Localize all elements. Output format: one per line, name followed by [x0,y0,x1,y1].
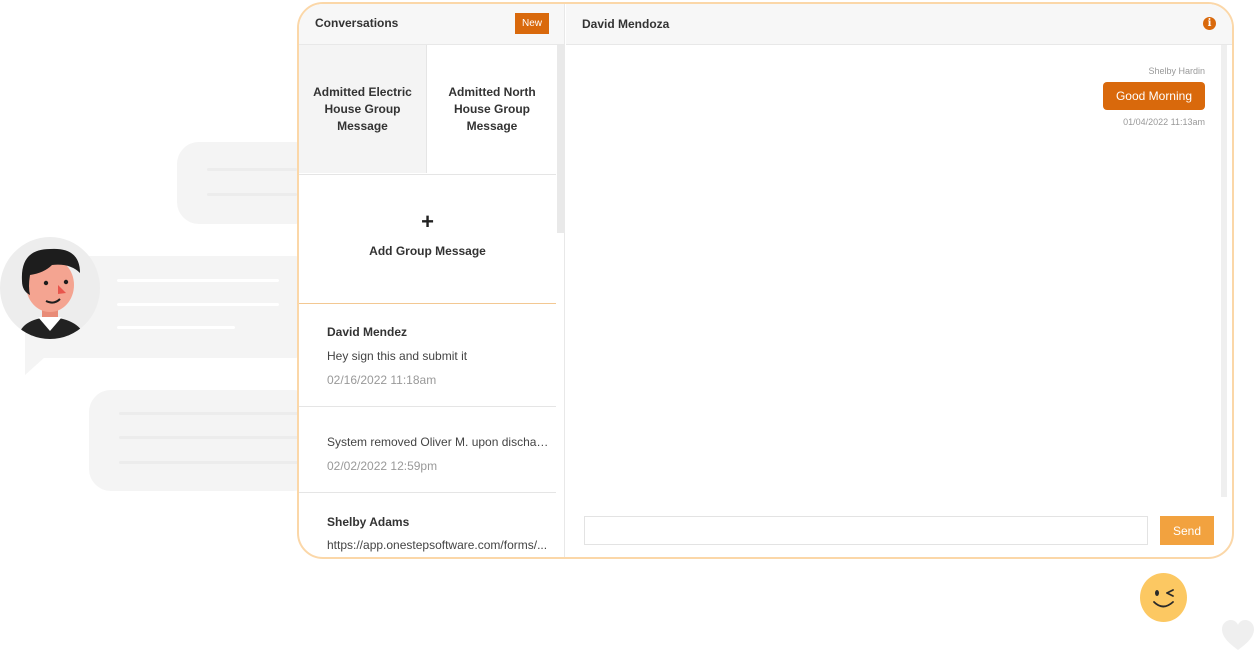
add-group-label: Add Group Message [369,244,486,258]
chat-header: David Mendoza i [566,4,1232,45]
new-conversation-button[interactable]: New [515,13,549,34]
message-sender: Shelby Hardin [1148,66,1205,76]
message-input[interactable] [584,516,1148,545]
decorative-line [117,279,279,282]
message-thread: Shelby Hardin Good Morning 01/04/2022 11… [566,45,1232,497]
wink-emoji-icon [1140,573,1187,622]
avatar [0,237,100,339]
decorative-line [117,326,235,329]
chat-panel: David Mendoza i Shelby Hardin Good Morni… [566,4,1232,557]
send-button[interactable]: Send [1160,516,1214,545]
conversation-preview: Hey sign this and submit it [327,349,468,363]
conversation-preview: System removed Oliver M. upon discharge [327,435,549,449]
decorative-line [117,303,279,306]
messaging-window: Conversations New Admitted Electric Hous… [297,2,1234,559]
conversation-name: David Mendez [327,325,408,339]
decorative-line [119,436,299,439]
conversation-item[interactable]: Shelby Adams https://app.onestepsoftware… [299,493,556,557]
plus-icon: + [421,209,434,234]
decorative-chat-bubble [177,142,317,224]
conversations-header: Conversations New [299,4,564,45]
decorative-line [207,193,297,196]
conversation-name: Shelby Adams [327,515,410,529]
bubble-tail-icon [25,357,45,375]
groups-scrollbar[interactable] [557,45,565,233]
conversation-preview: https://app.onestepsoftware.com/forms/..… [327,538,548,552]
conversation-time: 02/02/2022 12:59pm [327,459,438,473]
message-bubble: Good Morning [1102,82,1205,110]
heart-icon [1222,620,1254,650]
info-icon[interactable]: i [1203,17,1216,30]
decorative-line [119,461,299,464]
conversations-panel: Conversations New Admitted Electric Hous… [299,4,565,557]
conversations-title: Conversations [315,16,399,30]
decorative-chat-bubble [89,390,315,491]
group-tile-north-house[interactable]: Admitted North House Group Message [428,45,556,173]
add-group-message-button[interactable]: + Add Group Message [299,174,556,304]
message-time: 01/04/2022 11:13am [1123,117,1205,127]
decorative-line [207,168,297,171]
conversation-time: 02/16/2022 11:18am [327,373,437,387]
conversation-item[interactable]: David Mendez Hey sign this and submit it… [299,303,556,407]
group-tile-electric-house[interactable]: Admitted Electric House Group Message [299,45,427,173]
messages-scrollbar[interactable] [1221,45,1227,497]
decorative-line [119,412,299,415]
chat-contact-name: David Mendoza [582,17,670,31]
conversation-item[interactable]: System removed Oliver M. upon discharge … [299,407,556,493]
